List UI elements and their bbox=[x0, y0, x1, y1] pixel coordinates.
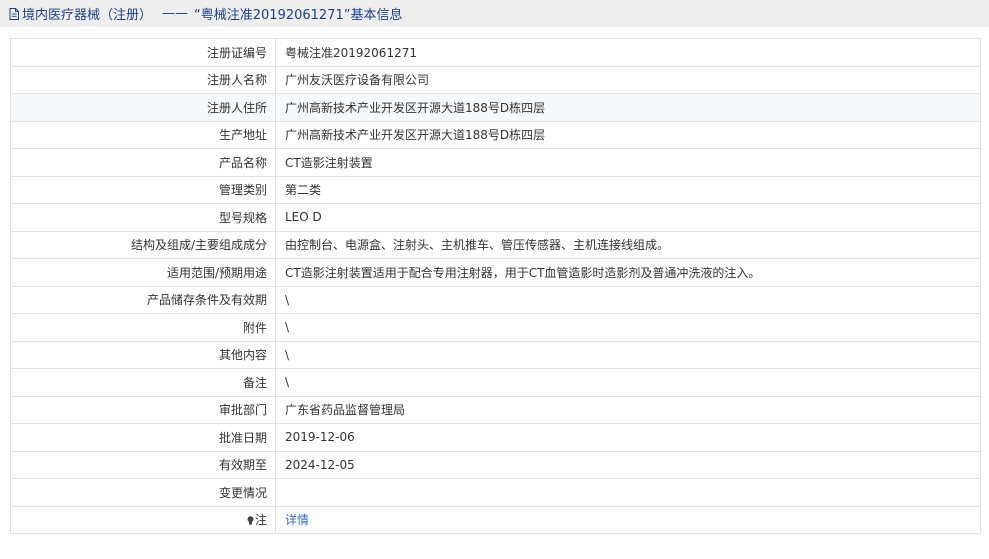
row-value: 广州高新技术产业开发区开源大道188号D栋四层 bbox=[275, 93, 981, 122]
row-label: 备注 bbox=[10, 368, 276, 397]
details-link[interactable]: 详情 bbox=[285, 513, 309, 527]
table-row: 批准日期 2019-12-06 bbox=[10, 423, 981, 452]
table-row: 注册人名称 广州友沃医疗设备有限公司 bbox=[10, 65, 981, 94]
table-row: 产品名称 CT造影注射装置 bbox=[10, 148, 981, 177]
row-label: 有效期至 bbox=[10, 450, 276, 479]
row-value: 2019-12-06 bbox=[275, 423, 981, 452]
row-label: 生产地址 bbox=[10, 120, 276, 149]
row-value bbox=[275, 478, 981, 507]
table-row: 备注 \ bbox=[10, 368, 981, 397]
row-value: \ bbox=[275, 340, 981, 369]
row-value: CT造影注射装置 bbox=[275, 148, 981, 177]
row-label: 型号规格 bbox=[10, 203, 276, 232]
table-row: 其他内容 \ bbox=[10, 340, 981, 369]
row-label: 注册证编号 bbox=[10, 38, 276, 67]
row-value: LEO D bbox=[275, 203, 981, 232]
note-label: 注 bbox=[254, 513, 267, 528]
info-table: 注册证编号 粤械注准20192061271 注册人名称 广州友沃医疗设备有限公司… bbox=[10, 38, 981, 534]
table-row: 结构及组成/主要组成成分 由控制台、电源盒、注射头、主机推车、管压传感器、主机连… bbox=[10, 230, 981, 259]
row-value: 第二类 bbox=[275, 175, 981, 204]
row-value: \ bbox=[275, 368, 981, 397]
table-row: 适用范围/预期用途 CT造影注射装置适用于配合专用注射器，用于CT血管造影时造影… bbox=[10, 258, 981, 287]
table-row: 附件 \ bbox=[10, 313, 981, 342]
table-row: 注册证编号 粤械注准20192061271 bbox=[10, 38, 981, 67]
table-row: 注册人住所 广州高新技术产业开发区开源大道188号D栋四层 bbox=[10, 93, 981, 122]
row-value: \ bbox=[275, 285, 981, 314]
row-value: 广东省药品监督管理局 bbox=[275, 395, 981, 424]
row-label: 注册人住所 bbox=[10, 93, 276, 122]
row-label: 产品名称 bbox=[10, 148, 276, 177]
row-value: 粤械注准20192061271 bbox=[275, 38, 981, 67]
table-row: 有效期至 2024-12-05 bbox=[10, 450, 981, 479]
row-value: 由控制台、电源盒、注射头、主机推车、管压传感器、主机连接线组成。 bbox=[275, 230, 981, 259]
row-label: 管理类别 bbox=[10, 175, 276, 204]
row-value: \ bbox=[275, 313, 981, 342]
row-label: 适用范围/预期用途 bbox=[10, 258, 276, 287]
row-value: 广州高新技术产业开发区开源大道188号D栋四层 bbox=[275, 120, 981, 149]
document-icon bbox=[9, 7, 19, 20]
table-row: 产品储存条件及有效期 \ bbox=[10, 285, 981, 314]
breadcrumb[interactable]: 境内医疗器械（注册） bbox=[22, 4, 152, 23]
row-label: 注册人名称 bbox=[10, 65, 276, 94]
lightbulb-icon bbox=[247, 516, 254, 525]
row-label: 产品储存条件及有效期 bbox=[10, 285, 276, 314]
row-label: 结构及组成/主要组成成分 bbox=[10, 230, 276, 259]
table-row-note: 注 详情 bbox=[10, 505, 981, 534]
note-value-cell: 详情 bbox=[275, 505, 981, 534]
table-row: 管理类别 第二类 bbox=[10, 175, 981, 204]
table-row: 生产地址 广州高新技术产业开发区开源大道188号D栋四层 bbox=[10, 120, 981, 149]
page-header: 境内医疗器械（注册） —— “粤械注准20192061271”基本信息 bbox=[0, 0, 989, 27]
row-label: 批准日期 bbox=[10, 423, 276, 452]
table-row: 型号规格 LEO D bbox=[10, 203, 981, 232]
row-label: 附件 bbox=[10, 313, 276, 342]
page-title: “粤械注准20192061271”基本信息 bbox=[194, 8, 403, 23]
table-row: 变更情况 bbox=[10, 478, 981, 507]
title-separator: —— bbox=[162, 6, 189, 21]
row-value: CT造影注射装置适用于配合专用注射器，用于CT血管造影时造影剂及普通冲洗液的注入… bbox=[275, 258, 981, 287]
table-row: 审批部门 广东省药品监督管理局 bbox=[10, 395, 981, 424]
row-label: 其他内容 bbox=[10, 340, 276, 369]
row-value: 2024-12-05 bbox=[275, 450, 981, 479]
row-label: 审批部门 bbox=[10, 395, 276, 424]
note-label-cell: 注 bbox=[10, 505, 276, 534]
row-label: 变更情况 bbox=[10, 478, 276, 507]
row-value: 广州友沃医疗设备有限公司 bbox=[275, 65, 981, 94]
